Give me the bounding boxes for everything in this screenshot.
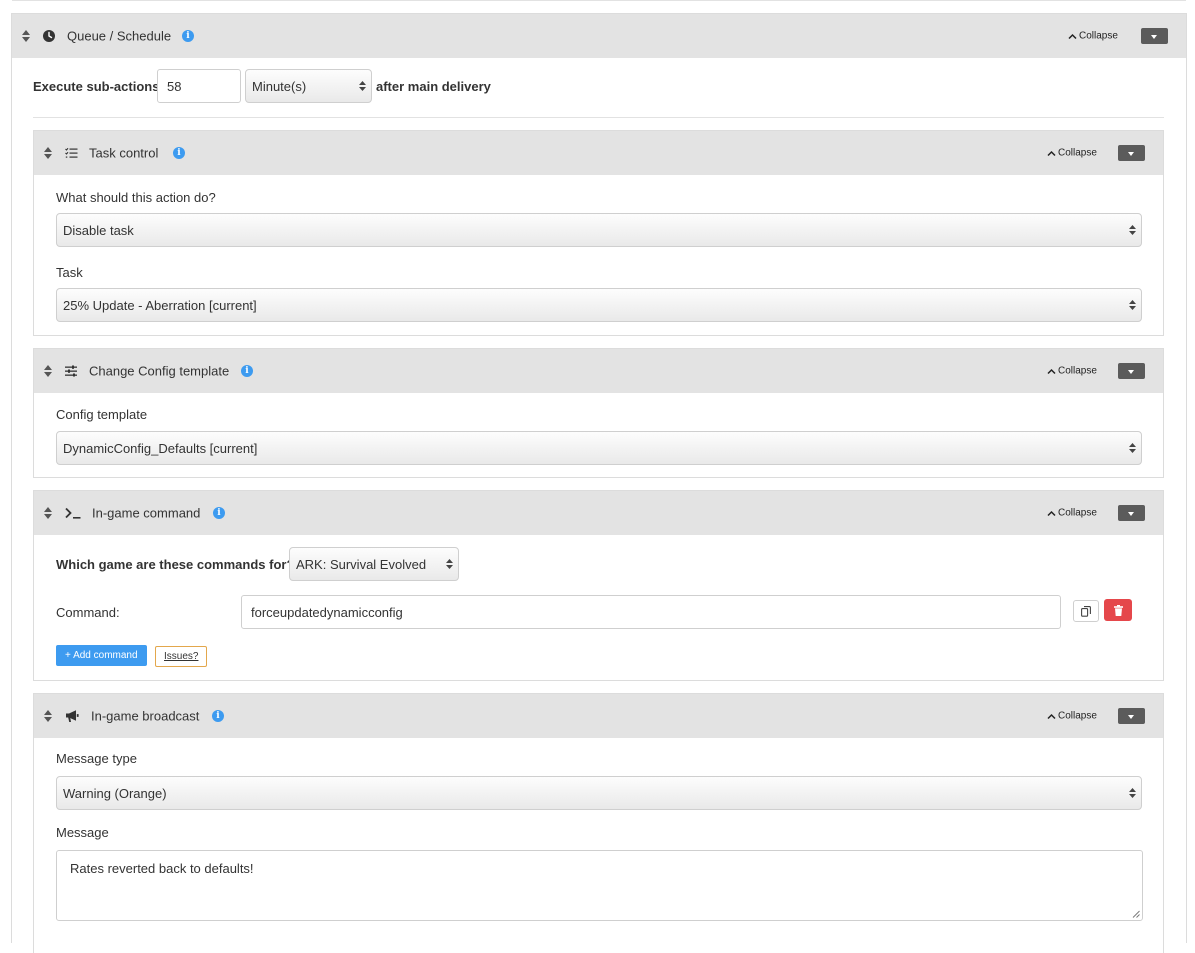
collapse-label: Collapse xyxy=(1058,507,1097,519)
template-value: DynamicConfig_Defaults [current] xyxy=(63,440,258,456)
select-arrows-icon xyxy=(1129,788,1136,798)
dropdown-caret-button[interactable] xyxy=(1118,145,1145,161)
task-control-panel: Task control i Collapse What should this… xyxy=(33,130,1164,336)
task-value: 25% Update - Aberration [current] xyxy=(63,297,257,313)
game-select[interactable]: ARK: Survival Evolved xyxy=(289,547,459,581)
dropdown-caret-button[interactable] xyxy=(1118,363,1145,379)
info-icon[interactable]: i xyxy=(212,710,224,722)
info-icon[interactable]: i xyxy=(182,30,194,42)
config-template-header: Change Config template i Collapse xyxy=(34,349,1163,393)
divider xyxy=(33,117,1164,118)
collapse-button[interactable]: Collapse xyxy=(1047,366,1097,377)
select-arrows-icon xyxy=(1129,225,1136,235)
ingame-command-panel: In-game command i Collapse Which game ar… xyxy=(33,490,1164,681)
collapse-label: Collapse xyxy=(1058,710,1097,722)
config-template-title: Change Config template xyxy=(89,363,230,379)
message-label: Message xyxy=(56,825,109,840)
message-type-label: Message type xyxy=(56,751,137,766)
ingame-broadcast-title: In-game broadcast xyxy=(91,708,200,724)
execute-label: Execute sub-actions xyxy=(33,79,160,94)
message-type-value: Warning (Orange) xyxy=(63,785,167,801)
info-icon[interactable]: i xyxy=(241,365,253,377)
collapse-label: Collapse xyxy=(1079,30,1118,42)
after-delivery-label: after main delivery xyxy=(376,79,491,94)
terminal-icon xyxy=(65,507,81,519)
tasks-icon xyxy=(65,147,78,158)
delete-command-button[interactable] xyxy=(1104,599,1132,621)
task-control-title: Task control xyxy=(89,145,159,161)
collapse-button[interactable]: Collapse xyxy=(1047,711,1097,722)
drag-handle-icon[interactable] xyxy=(22,30,30,42)
collapse-button[interactable]: Collapse xyxy=(1047,508,1097,519)
task-label: Task xyxy=(56,265,83,280)
sliders-icon xyxy=(65,365,77,377)
collapse-button[interactable]: Collapse xyxy=(1047,148,1097,159)
dropdown-caret-button[interactable] xyxy=(1118,708,1145,724)
ingame-broadcast-panel: In-game broadcast i Collapse Message typ… xyxy=(33,693,1164,953)
drag-handle-icon[interactable] xyxy=(44,710,52,722)
collapse-label: Collapse xyxy=(1058,365,1097,377)
ingame-broadcast-header: In-game broadcast i Collapse xyxy=(34,694,1163,738)
select-arrows-icon xyxy=(1129,443,1136,453)
action-select[interactable]: Disable task xyxy=(56,213,1142,247)
copy-icon xyxy=(1081,605,1091,617)
collapse-label: Collapse xyxy=(1058,147,1097,159)
action-value: Disable task xyxy=(63,222,134,238)
info-icon[interactable]: i xyxy=(173,147,185,159)
message-type-select[interactable]: Warning (Orange) xyxy=(56,776,1142,810)
select-arrows-icon xyxy=(359,81,366,91)
chevron-up-icon xyxy=(1047,510,1056,516)
drag-handle-icon[interactable] xyxy=(44,507,52,519)
queue-schedule-panel: Queue / Schedule i Collapse Execute sub-… xyxy=(11,13,1187,953)
drag-handle-icon[interactable] xyxy=(44,365,52,377)
clock-icon xyxy=(43,30,55,42)
action-label: What should this action do? xyxy=(56,190,216,205)
task-select[interactable]: 25% Update - Aberration [current] xyxy=(56,288,1142,322)
chevron-up-icon xyxy=(1047,150,1056,156)
collapse-button[interactable]: Collapse xyxy=(1068,31,1118,42)
queue-schedule-title: Queue / Schedule xyxy=(67,28,172,44)
template-select[interactable]: DynamicConfig_Defaults [current] xyxy=(56,431,1142,465)
chevron-up-icon xyxy=(1047,713,1056,719)
copy-command-button[interactable] xyxy=(1073,600,1099,622)
resize-grip-icon[interactable] xyxy=(1132,910,1140,918)
delay-input[interactable]: 58 xyxy=(157,69,241,103)
chevron-up-icon xyxy=(1068,33,1077,39)
dropdown-caret-button[interactable] xyxy=(1141,28,1168,44)
delay-unit-value: Minute(s) xyxy=(252,78,307,94)
message-textarea[interactable]: Rates reverted back to defaults! xyxy=(56,850,1143,921)
drag-handle-icon[interactable] xyxy=(44,147,52,159)
ingame-command-header: In-game command i Collapse xyxy=(34,491,1163,535)
task-control-header: Task control i Collapse xyxy=(34,131,1163,175)
dropdown-caret-button[interactable] xyxy=(1118,505,1145,521)
game-value: ARK: Survival Evolved xyxy=(296,556,427,572)
config-template-panel: Change Config template i Collapse Config… xyxy=(33,348,1164,478)
top-divider xyxy=(12,0,1186,1)
ingame-command-title: In-game command xyxy=(92,505,201,521)
issues-button[interactable]: Issues? xyxy=(155,646,208,667)
delay-unit-select[interactable]: Minute(s) xyxy=(245,69,372,103)
game-label: Which game are these commands for? xyxy=(56,557,295,572)
select-arrows-icon xyxy=(446,559,453,569)
command-input[interactable]: forceupdatedynamicconfig xyxy=(241,595,1061,629)
queue-schedule-header: Queue / Schedule i Collapse xyxy=(12,14,1186,58)
megaphone-icon xyxy=(66,710,79,722)
trash-icon xyxy=(1113,604,1123,616)
command-label: Command: xyxy=(56,605,120,620)
message-value: Rates reverted back to defaults! xyxy=(70,861,254,876)
info-icon[interactable]: i xyxy=(213,507,225,519)
template-label: Config template xyxy=(56,407,148,422)
select-arrows-icon xyxy=(1129,300,1136,310)
chevron-up-icon xyxy=(1047,368,1056,374)
add-command-button[interactable]: + Add command xyxy=(56,645,147,666)
